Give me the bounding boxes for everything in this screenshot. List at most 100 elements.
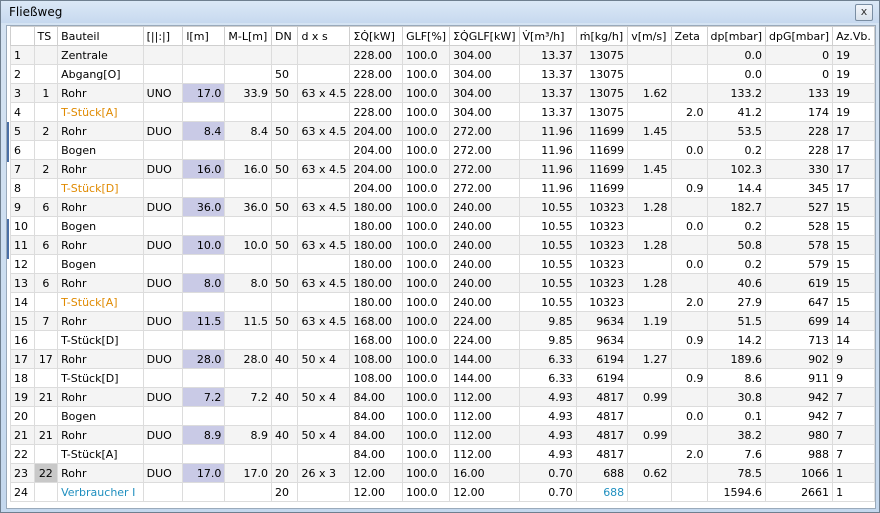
cell-sum-q[interactable]: 168.00 (349, 311, 404, 331)
cell-dn[interactable] (271, 102, 299, 122)
cell-sum-qglf[interactable]: 240.00 (449, 254, 520, 274)
cell-sum-q[interactable]: 84.00 (349, 406, 404, 426)
cell-sum-q[interactable]: 228.00 (349, 83, 404, 103)
cell-volume-flow[interactable]: 10.55 (518, 254, 577, 274)
table-row[interactable]: 24 Verbraucher I 20 12.00 100.0 12.00 0.70 688 1… (10, 482, 875, 502)
cell-az-vb[interactable]: 9 (832, 349, 875, 369)
cell-type[interactable]: DUO (142, 349, 184, 369)
cell-glf[interactable]: 100.0 (402, 254, 451, 274)
cell-m-l[interactable]: 36.0 (224, 197, 273, 217)
cell-dp[interactable]: 14.4 (706, 178, 767, 198)
cell-m-l[interactable]: 7.2 (224, 387, 273, 407)
cell-velocity[interactable]: 1.28 (627, 273, 672, 293)
cell-bauteil[interactable]: Rohr (57, 235, 144, 255)
cell-az-vb[interactable]: 14 (832, 311, 875, 331)
cell-bauteil[interactable]: Bogen (57, 140, 144, 160)
cell-zeta[interactable] (670, 482, 708, 502)
cell-sum-qglf[interactable]: 240.00 (449, 197, 520, 217)
cell-mass-flow[interactable]: 9634 (575, 311, 629, 331)
close-button[interactable]: x (855, 4, 873, 21)
cell-dxs[interactable] (297, 216, 351, 236)
cell-m-l[interactable] (224, 368, 273, 388)
cell-dn[interactable]: 50 (271, 311, 299, 331)
cell-row-number[interactable]: 9 (10, 197, 35, 217)
cell-dpg[interactable]: 528 (765, 216, 834, 236)
cell-az-vb[interactable]: 19 (832, 64, 875, 84)
cell-dxs[interactable]: 63 x 4.5 (297, 197, 351, 217)
cell-dpg[interactable]: 942 (765, 387, 834, 407)
cell-type[interactable] (142, 406, 184, 426)
cell-bauteil[interactable]: T-Stück[A] (57, 444, 144, 464)
cell-ts[interactable] (33, 45, 59, 65)
cell-sum-q[interactable]: 180.00 (349, 216, 404, 236)
cell-type[interactable]: DUO (142, 121, 184, 141)
cell-mass-flow[interactable]: 10323 (575, 292, 629, 312)
cell-dxs[interactable]: 63 x 4.5 (297, 159, 351, 179)
cell-az-vb[interactable]: 17 (832, 178, 875, 198)
cell-sum-qglf[interactable]: 304.00 (449, 102, 520, 122)
table-row[interactable]: 18 T-Stück[D] 108.00 100.0 144.00 6.33 6194 0.9… (10, 368, 875, 388)
col-header-glf[interactable]: GLF[%] (402, 26, 451, 46)
cell-dp[interactable]: 40.6 (706, 273, 767, 293)
cell-type[interactable]: DUO (142, 425, 184, 445)
cell-glf[interactable]: 100.0 (402, 387, 451, 407)
cell-ts[interactable] (33, 102, 59, 122)
cell-mass-flow[interactable]: 10323 (575, 235, 629, 255)
cell-glf[interactable]: 100.0 (402, 64, 451, 84)
cell-glf[interactable]: 100.0 (402, 159, 451, 179)
cell-sum-q[interactable]: 84.00 (349, 387, 404, 407)
cell-type[interactable]: DUO (142, 235, 184, 255)
cell-m-l[interactable] (224, 45, 273, 65)
cell-sum-q[interactable]: 84.00 (349, 444, 404, 464)
cell-dp[interactable]: 41.2 (706, 102, 767, 122)
cell-dpg[interactable]: 527 (765, 197, 834, 217)
cell-bauteil[interactable]: Bogen (57, 406, 144, 426)
cell-length[interactable] (182, 216, 226, 236)
col-header-bauteil[interactable]: Bauteil (57, 26, 144, 46)
cell-length[interactable]: 8.0 (182, 273, 226, 293)
cell-ts[interactable] (33, 330, 59, 350)
cell-glf[interactable]: 100.0 (402, 482, 451, 502)
cell-volume-flow[interactable]: 4.93 (518, 406, 577, 426)
col-header-az-vb[interactable]: Az.Vb. (832, 26, 875, 46)
cell-zeta[interactable] (670, 273, 708, 293)
cell-row-number[interactable]: 10 (10, 216, 35, 236)
cell-dn[interactable]: 20 (271, 482, 299, 502)
cell-sum-qglf[interactable]: 240.00 (449, 235, 520, 255)
cell-dxs[interactable]: 26 x 3 (297, 463, 351, 483)
cell-length[interactable]: 17.0 (182, 463, 226, 483)
cell-dpg[interactable]: 713 (765, 330, 834, 350)
cell-bauteil[interactable]: T-Stück[A] (57, 292, 144, 312)
cell-velocity[interactable]: 1.62 (627, 83, 672, 103)
cell-dxs[interactable]: 63 x 4.5 (297, 83, 351, 103)
cell-dxs[interactable] (297, 178, 351, 198)
cell-mass-flow[interactable]: 9634 (575, 330, 629, 350)
cell-length[interactable] (182, 140, 226, 160)
cell-dn[interactable] (271, 368, 299, 388)
cell-velocity[interactable] (627, 64, 672, 84)
cell-mass-flow[interactable]: 6194 (575, 349, 629, 369)
cell-ts[interactable]: 22 (33, 463, 59, 483)
cell-type[interactable] (142, 64, 184, 84)
table-row[interactable]: 4 T-Stück[A] 228.00 100.0 304.00 13.37 13075 2.… (10, 102, 875, 122)
cell-volume-flow[interactable]: 10.55 (518, 292, 577, 312)
cell-type[interactable] (142, 178, 184, 198)
col-header-row-number[interactable] (10, 26, 35, 46)
table-row[interactable]: 21 21 Rohr DUO 8.9 8.9 40 50 x 4 84.00 100.0 112.0… (10, 425, 875, 445)
cell-m-l[interactable] (224, 140, 273, 160)
cell-length[interactable]: 16.0 (182, 159, 226, 179)
cell-az-vb[interactable]: 1 (832, 482, 875, 502)
cell-bauteil[interactable]: Abgang[O] (57, 64, 144, 84)
cell-m-l[interactable] (224, 444, 273, 464)
table-row[interactable]: 13 6 Rohr DUO 8.0 8.0 50 63 x 4.5 180.00 100.0 240… (10, 273, 875, 293)
cell-sum-qglf[interactable]: 112.00 (449, 406, 520, 426)
cell-az-vb[interactable]: 17 (832, 121, 875, 141)
cell-length[interactable] (182, 406, 226, 426)
cell-dp[interactable]: 0.2 (706, 140, 767, 160)
cell-bauteil[interactable]: Rohr (57, 197, 144, 217)
cell-dxs[interactable] (297, 368, 351, 388)
cell-velocity[interactable] (627, 444, 672, 464)
cell-dp[interactable]: 0.2 (706, 216, 767, 236)
cell-zeta[interactable] (670, 121, 708, 141)
cell-volume-flow[interactable]: 13.37 (518, 45, 577, 65)
